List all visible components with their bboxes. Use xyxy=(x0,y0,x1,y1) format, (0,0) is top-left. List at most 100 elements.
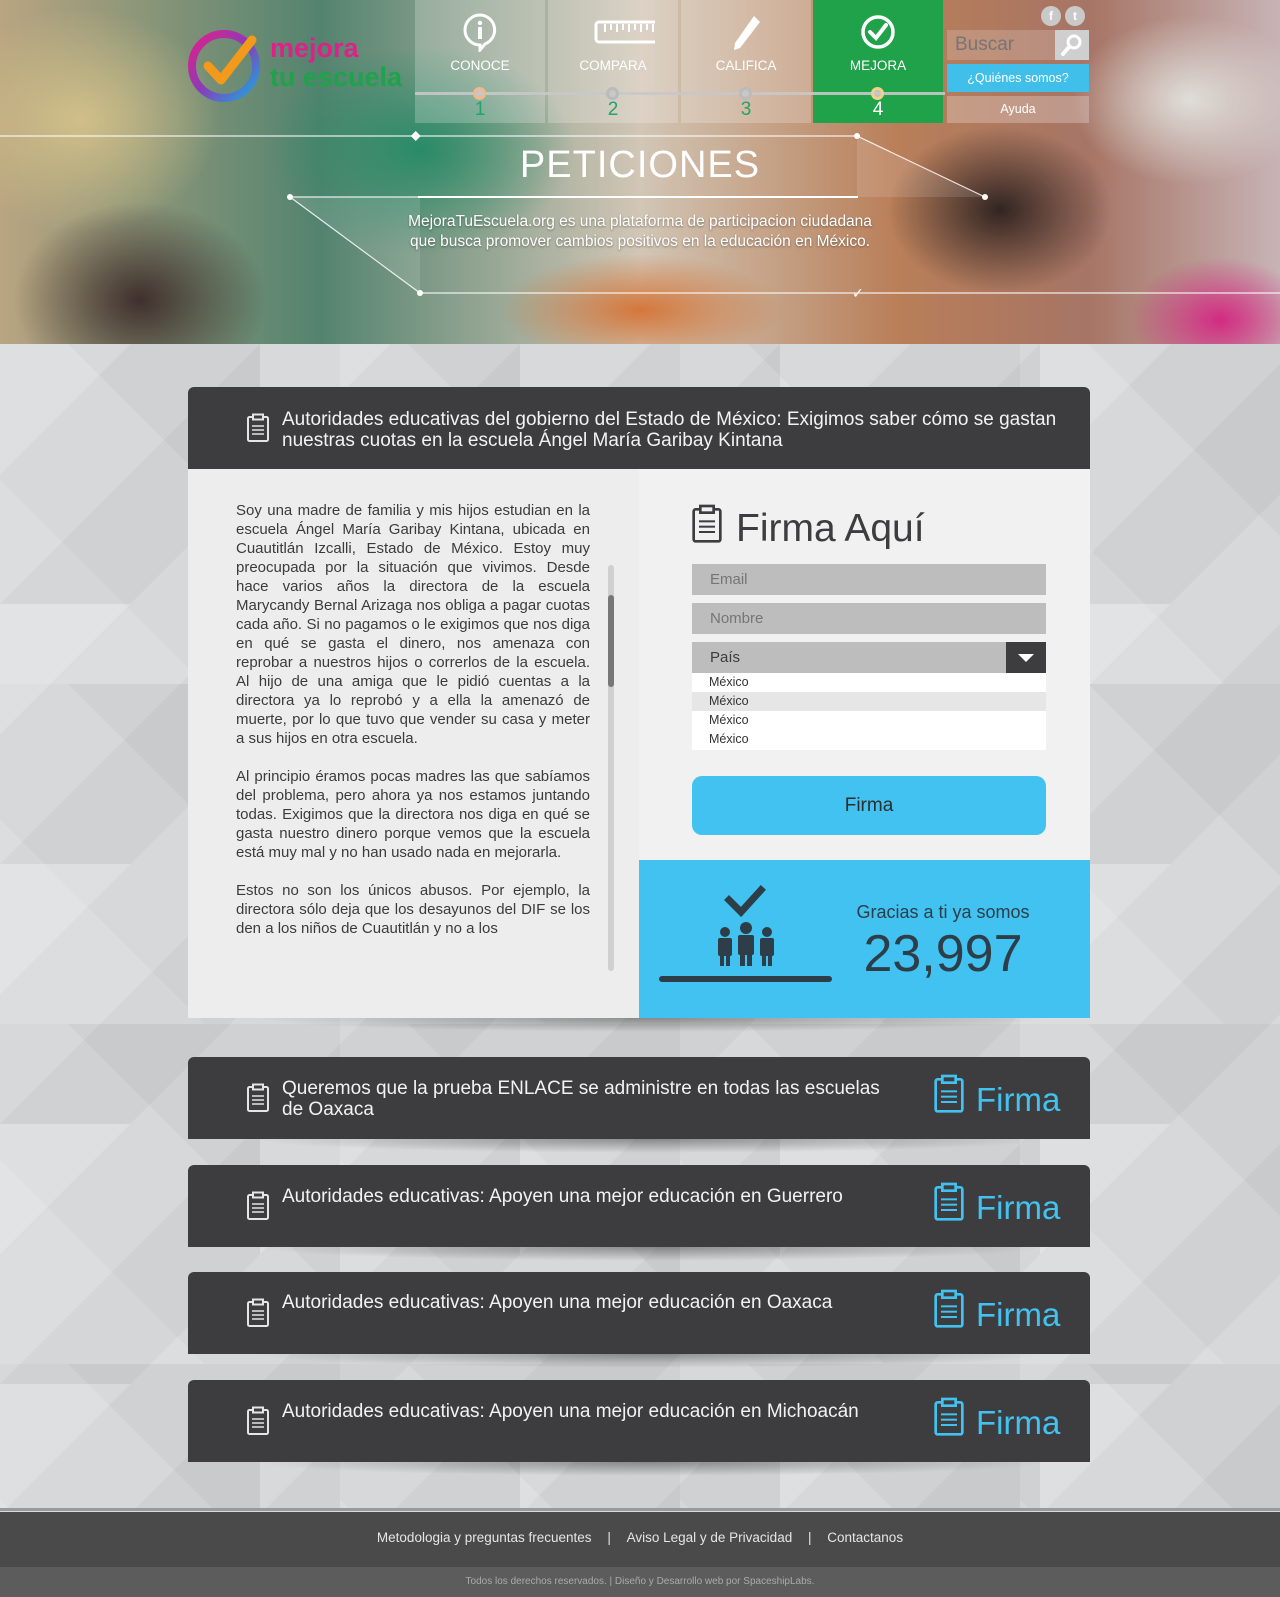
petition-title: Autoridades educativas: Apoyen una mejor… xyxy=(282,1292,833,1313)
country-options: México México México México xyxy=(692,673,1046,750)
clipboard-icon xyxy=(247,413,269,442)
petition-title: Queremos que la prueba ENLACE se adminis… xyxy=(282,1078,880,1120)
footer: Metodologia y preguntas frecuentes | Avi… xyxy=(0,1512,1280,1567)
hero-subtitle: MejoraTuEscuela.org es una plataforma de… xyxy=(408,213,872,250)
nav-step-califica[interactable]: CALIFICA 3 xyxy=(681,0,811,123)
firma-button-label: Firma xyxy=(976,1081,1061,1118)
step-dot xyxy=(739,87,752,100)
header-utilities: f t ¿Quiénes somos? Ayuda xyxy=(947,0,1089,123)
clipboard-icon xyxy=(247,1406,269,1435)
twitter-icon[interactable]: t xyxy=(1065,6,1085,26)
nav-step-number: 4 xyxy=(872,99,884,120)
search-icon xyxy=(1061,34,1082,56)
counter-text: Gracias a ti ya somos xyxy=(856,902,1030,922)
shadow xyxy=(250,1139,1050,1153)
ruler-icon xyxy=(594,20,655,44)
step-dot xyxy=(473,87,486,100)
footer-link-metodologia[interactable]: Metodologia y preguntas frecuentes xyxy=(377,1530,592,1545)
scrollbar-thumb[interactable] xyxy=(608,595,614,687)
ayuda-link[interactable]: Ayuda xyxy=(947,96,1089,123)
search-input[interactable] xyxy=(947,30,1055,60)
step-dot xyxy=(606,87,619,100)
quienes-somos-link[interactable]: ¿Quiénes somos? xyxy=(947,64,1089,92)
firma-button-label: Firma xyxy=(976,1404,1061,1441)
copyright: Todos los derechos reservados. | Diseño … xyxy=(465,1576,815,1587)
footer-bottom: Todos los derechos reservados. | Diseño … xyxy=(0,1567,1280,1597)
footer-separator: | xyxy=(807,1530,812,1545)
sign-button[interactable]: Firma xyxy=(692,776,1046,835)
petition-row[interactable]: Autoridades educativas: Apoyen una mejor… xyxy=(188,1380,1090,1462)
search-button[interactable] xyxy=(1055,30,1089,60)
firma-button-label: Firma xyxy=(976,1296,1061,1333)
page-title: PETICIONES xyxy=(519,144,761,186)
signature-counter: Gracias a ti ya somos 23,997 xyxy=(639,860,1090,1018)
featured-petition-header[interactable]: Autoridades educativas del gobierno del … xyxy=(188,387,1090,469)
logo[interactable]: mejora tu escuela xyxy=(188,26,408,106)
info-icon xyxy=(463,13,497,52)
check-circle-icon xyxy=(861,15,895,49)
firma-button[interactable]: Firma xyxy=(933,1288,1083,1338)
country-option[interactable]: México xyxy=(692,692,1046,711)
country-option[interactable]: México xyxy=(692,711,1046,730)
nav-step-number: 1 xyxy=(474,99,486,120)
logo-line1: mejora xyxy=(270,33,359,63)
pencil-icon xyxy=(734,16,760,50)
petition-description-panel: Soy una madre de familia y mis hijos est… xyxy=(188,469,639,1018)
shadow xyxy=(250,1018,1050,1032)
petition-row[interactable]: Queremos que la prueba ENLACE se adminis… xyxy=(188,1057,1090,1139)
clipboard-icon xyxy=(247,1083,269,1112)
petition-row[interactable]: Autoridades educativas: Apoyen una mejor… xyxy=(188,1165,1090,1247)
email-field[interactable] xyxy=(692,564,1046,595)
clipboard-icon xyxy=(692,504,722,543)
clipboard-icon xyxy=(247,1298,269,1327)
nav-step-compara[interactable]: COMPARA 2 xyxy=(548,0,678,123)
steps-progress-bar xyxy=(415,92,945,95)
facebook-icon[interactable]: f xyxy=(1041,6,1061,26)
shadow xyxy=(250,1462,1050,1476)
featured-petition-title: Autoridades educativas del gobierno del … xyxy=(282,409,1057,451)
footer-link-aviso-legal[interactable]: Aviso Legal y de Privacidad xyxy=(627,1530,793,1545)
clipboard-icon xyxy=(934,1289,964,1328)
petition-row[interactable]: Autoridades educativas: Apoyen una mejor… xyxy=(188,1272,1090,1354)
clipboard-icon xyxy=(247,1191,269,1220)
petition-paragraph: Soy una madre de familia y mis hijos est… xyxy=(236,502,590,747)
chevron-down-icon xyxy=(1018,654,1034,662)
logo-text: mejora tu escuela xyxy=(270,34,402,92)
dropdown-toggle[interactable] xyxy=(1006,642,1046,673)
petition-title: Autoridades educativas: Apoyen una mejor… xyxy=(282,1186,843,1207)
firma-button[interactable]: Firma xyxy=(933,1396,1083,1446)
step-dot xyxy=(871,87,884,100)
clipboard-icon xyxy=(934,1397,964,1436)
country-option[interactable]: México xyxy=(692,673,1046,692)
country-select[interactable]: País xyxy=(692,642,1046,673)
petition-paragraph: Al principio éramos pocas madres las que… xyxy=(236,768,590,861)
counter-value: 23,997 xyxy=(863,925,1023,983)
nav-step-number: 2 xyxy=(607,99,619,120)
clipboard-icon xyxy=(934,1074,964,1113)
name-field[interactable] xyxy=(692,603,1046,634)
nav-step-label: COMPARA xyxy=(579,58,647,73)
nav-step-label: CONOCE xyxy=(450,58,510,73)
firma-button[interactable]: Firma xyxy=(933,1181,1083,1231)
nav-step-label: CALIFICA xyxy=(715,58,777,73)
logo-line2: tu escuela xyxy=(270,62,403,92)
firma-button[interactable]: Firma xyxy=(933,1073,1083,1123)
footer-links: Metodologia y preguntas frecuentes | Avi… xyxy=(0,1530,1280,1545)
footer-divider xyxy=(0,1508,1280,1511)
logo-check-icon xyxy=(188,30,260,102)
sign-form-title: Firma Aquí xyxy=(736,507,925,550)
shadow xyxy=(250,1354,1050,1368)
sign-form-panel: Firma Aquí País México México México Méx… xyxy=(639,469,1090,860)
nav-step-label: MEJORA xyxy=(849,58,907,73)
nav-step-conoce[interactable]: CONOCE 1 xyxy=(415,0,545,123)
footer-separator: | xyxy=(607,1530,611,1545)
petition-body: Soy una madre de familia y mis hijos est… xyxy=(236,501,590,1006)
petition-paragraph: Estos no son los únicos abusos. Por ejem… xyxy=(236,882,590,937)
nav-step-mejora[interactable]: MEJORA 4 xyxy=(813,0,943,123)
nav-step-number: 3 xyxy=(740,99,752,120)
shadow xyxy=(250,1247,1050,1261)
petition-title: Autoridades educativas: Apoyen una mejor… xyxy=(282,1401,859,1422)
footer-link-contacto[interactable]: Contactanos xyxy=(827,1530,903,1545)
clipboard-icon xyxy=(934,1182,964,1221)
country-option[interactable]: México xyxy=(692,730,1046,749)
